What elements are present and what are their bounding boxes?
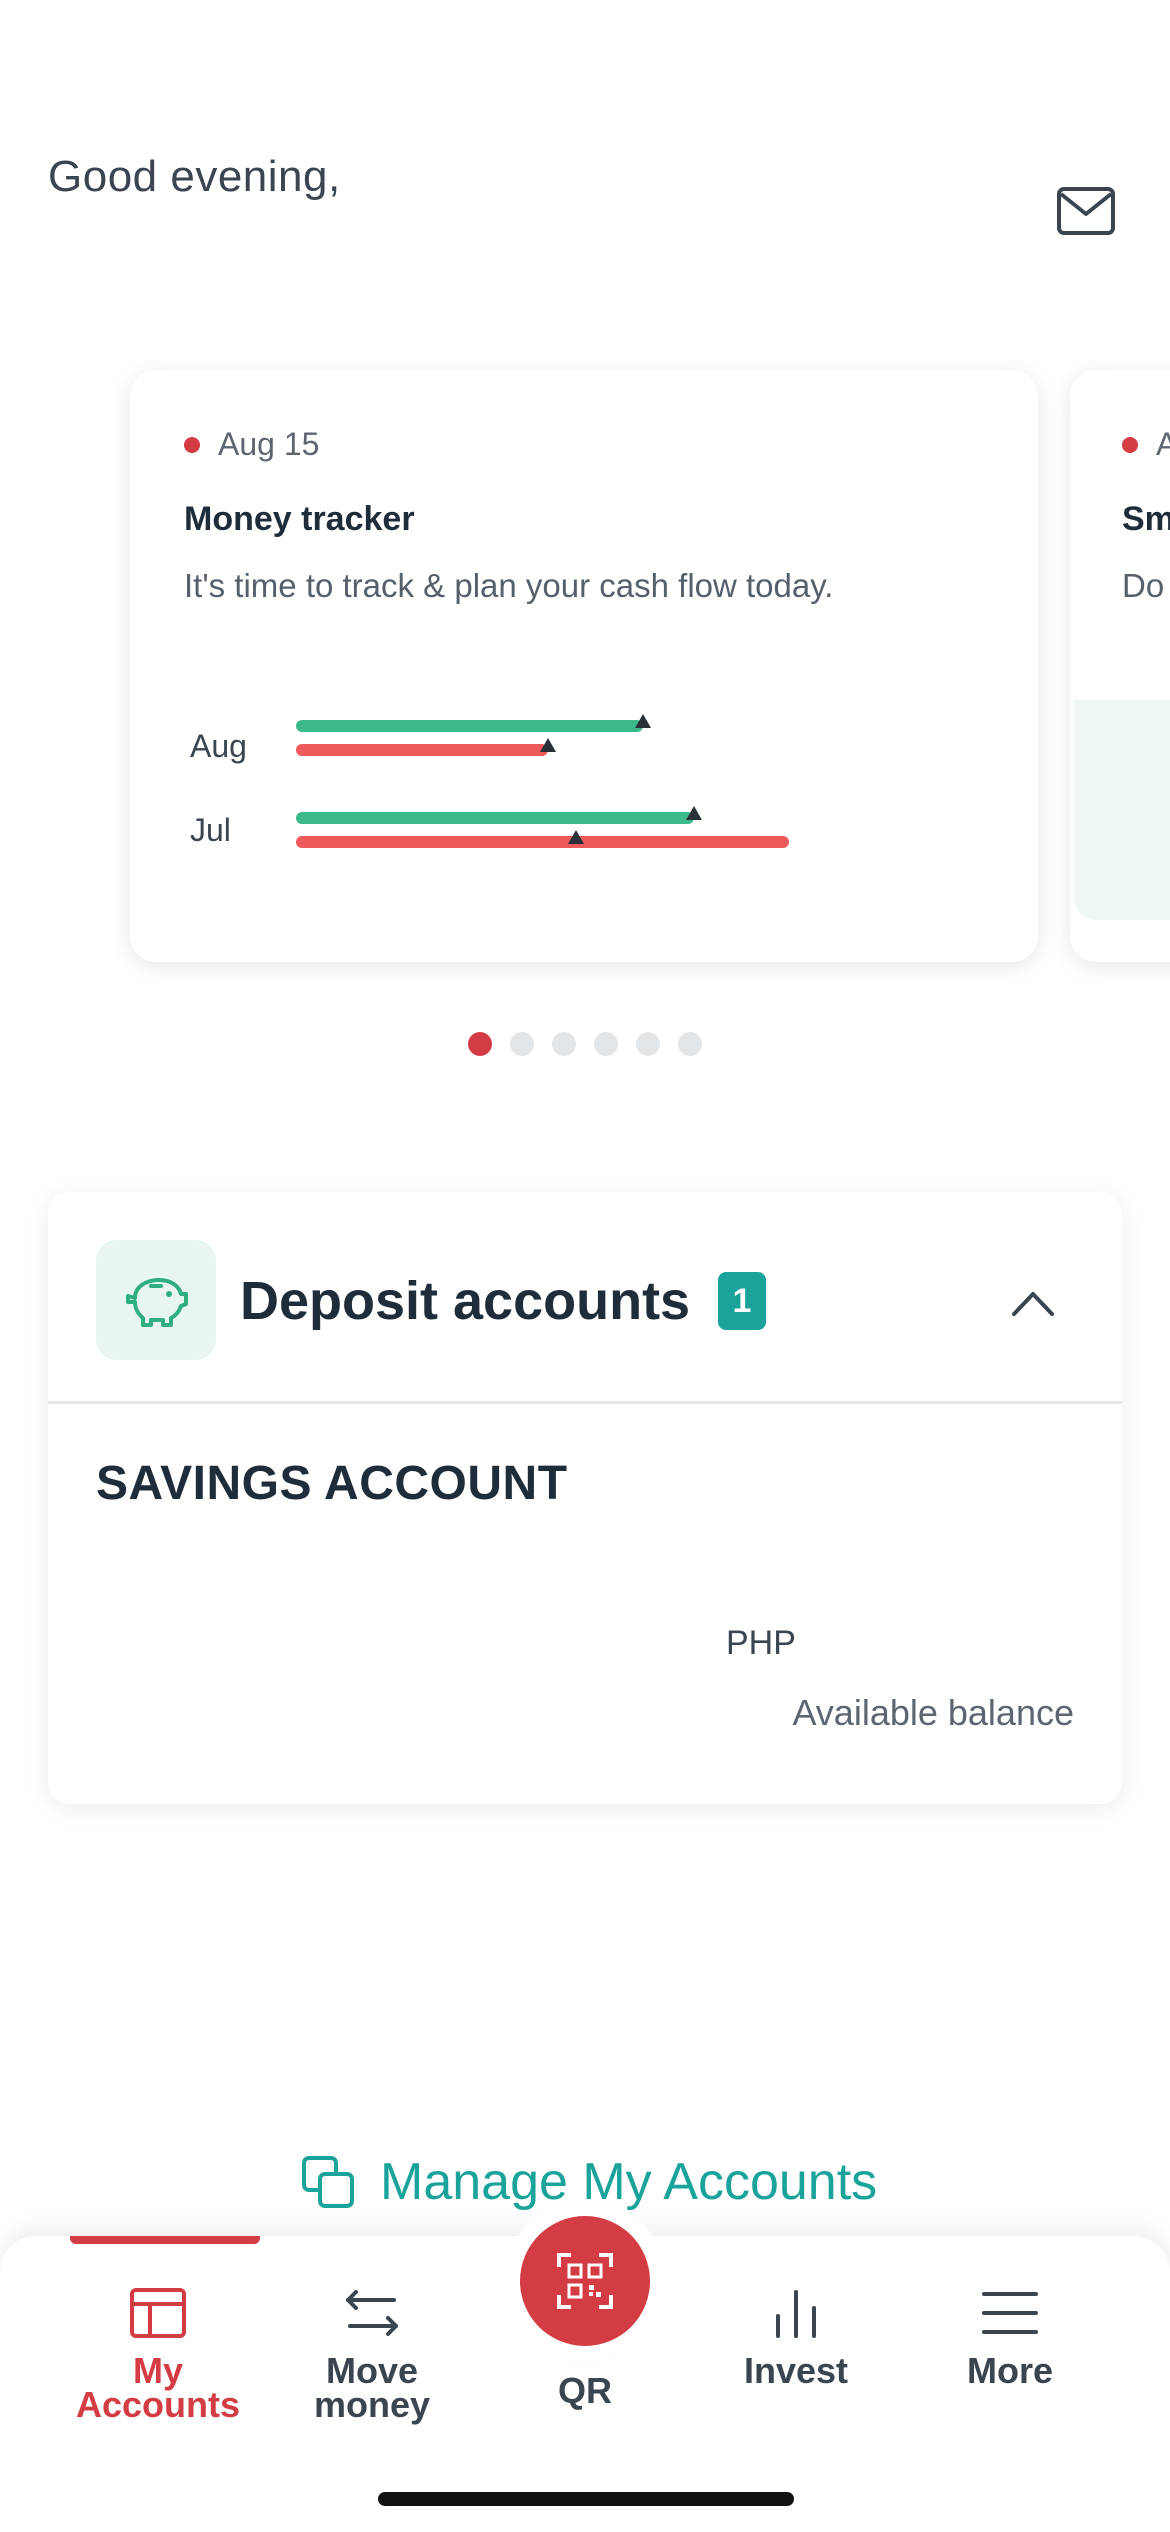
manage-accounts-label: Manage My Accounts — [380, 2153, 878, 2211]
envelope-icon[interactable] — [1056, 186, 1116, 236]
page-dot[interactable] — [594, 1032, 618, 1056]
nav-label: My Accounts — [75, 2353, 241, 2425]
qr-code-icon — [557, 2253, 613, 2309]
nav-more[interactable]: More — [920, 2286, 1100, 2391]
card-date-text: A — [1156, 426, 1170, 462]
page-dot[interactable] — [636, 1032, 660, 1056]
copy-squares-icon — [302, 2156, 354, 2208]
unread-dot-icon — [184, 436, 200, 453]
deposit-accounts-header[interactable]: Deposit accounts 1 — [48, 1192, 1122, 1404]
manage-accounts-link[interactable]: Manage My Accounts — [300, 2152, 877, 2212]
insights-carousel[interactable]: Aug 15 Money tracker It's time to track … — [0, 360, 1170, 980]
nav-label: More — [966, 2350, 1053, 2391]
next-card-peek[interactable]: A Sm Do app — [1070, 370, 1170, 962]
card-date: A — [1122, 426, 1170, 463]
account-type-label[interactable]: SAVINGS ACCOUNT — [96, 1456, 568, 1511]
page-dot[interactable] — [552, 1032, 576, 1056]
nav-move-money[interactable]: Move money — [282, 2286, 462, 2425]
bar-chart-icon — [776, 2290, 816, 2338]
piggy-bank-icon — [126, 1278, 188, 1327]
month-label-aug: Aug — [190, 728, 247, 764]
transfer-arrows-icon — [346, 2290, 398, 2336]
qr-button[interactable] — [520, 2216, 650, 2346]
card-date: Aug 15 — [184, 426, 319, 463]
nav-my-accounts[interactable]: My Accounts — [68, 2286, 248, 2425]
nav-invest[interactable]: Invest — [706, 2286, 886, 2391]
page-dot[interactable] — [468, 1032, 492, 1056]
nav-label-line: money — [313, 2384, 431, 2425]
nav-label-line: Accounts — [75, 2384, 241, 2425]
card-illustration — [1074, 700, 1170, 920]
jul-inflow-marker — [686, 806, 702, 820]
card-title: Sm — [1122, 500, 1170, 538]
home-indicator — [378, 2492, 794, 2506]
month-label-jul: Jul — [190, 812, 231, 848]
page-dot[interactable] — [510, 1032, 534, 1056]
aug-inflow-bar — [296, 720, 643, 732]
account-count-badge: 1 — [718, 1272, 766, 1330]
card-description: It's time to track & plan your cash flow… — [184, 567, 834, 604]
page-dot[interactable] — [678, 1032, 702, 1056]
active-tab-indicator — [70, 2236, 260, 2244]
nav-label: Move money — [313, 2353, 431, 2425]
jul-inflow-bar — [296, 812, 694, 824]
card-date-text: Aug 15 — [218, 426, 320, 462]
qr-label: QR — [558, 2370, 612, 2411]
jul-outflow-marker — [568, 830, 584, 844]
aug-inflow-marker — [635, 714, 651, 728]
card-description: Do app — [1122, 567, 1170, 604]
menu-icon — [982, 2292, 1038, 2334]
deposit-accounts-title: Deposit accounts — [240, 1271, 691, 1331]
unread-dot-icon — [1122, 436, 1138, 453]
money-tracker-card[interactable]: Aug 15 Money tracker It's time to track … — [130, 370, 1038, 962]
layout-icon — [130, 2288, 186, 2338]
currency-label: PHP — [726, 1624, 796, 1662]
greeting-text: Good evening, — [48, 152, 341, 201]
aug-outflow-bar — [296, 744, 548, 756]
deposit-accounts-panel: Deposit accounts 1 SAVINGS ACCOUNT PHP A… — [48, 1192, 1122, 1804]
available-balance-label: Available balance — [792, 1692, 1074, 1733]
aug-outflow-marker — [540, 738, 556, 752]
carousel-pagination — [0, 1032, 1170, 1056]
jul-outflow-bar — [296, 836, 789, 848]
piggy-bank-tile — [96, 1240, 216, 1360]
nav-label: Invest — [743, 2350, 849, 2391]
cash-flow-bars: Aug Jul — [184, 714, 1004, 900]
chevron-up-icon[interactable] — [1008, 1282, 1058, 1322]
card-title: Money tracker — [184, 500, 415, 538]
